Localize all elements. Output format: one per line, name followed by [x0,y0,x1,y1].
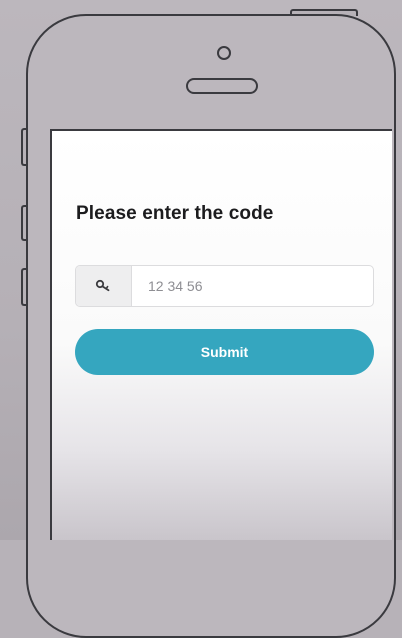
page-title: Please enter the code [76,203,274,224]
submit-button[interactable]: Submit [75,329,374,375]
front-camera-icon [217,46,231,60]
key-icon [76,266,132,306]
code-field [75,265,374,307]
phone-screen: Please enter the code Submit [50,129,392,540]
speaker-grille [186,78,258,94]
code-input[interactable] [132,266,373,306]
